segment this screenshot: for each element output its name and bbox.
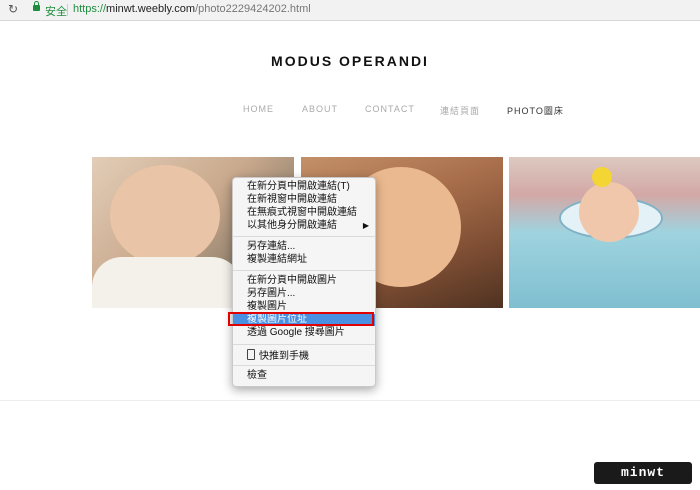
nav-photo[interactable]: PHOTO圖床: [507, 104, 564, 117]
menu-open-link-new-window[interactable]: 在新視窗中開啟連結: [233, 194, 375, 206]
menu-inspect[interactable]: 檢查: [233, 370, 375, 382]
url-path: /photo2229424202.html: [195, 3, 311, 15]
baby-face: [579, 182, 639, 242]
menu-copy-image[interactable]: 複製圖片: [233, 301, 375, 313]
menu-separator: [233, 365, 375, 366]
menu-push-to-phone-label: 快推到手機: [259, 351, 309, 362]
menu-save-image[interactable]: 另存圖片...: [233, 288, 375, 300]
url-text[interactable]: https://minwt.weebly.com/photo2229424202…: [73, 3, 311, 15]
lock-icon: [33, 1, 40, 11]
content-divider: [0, 400, 700, 401]
nav-home[interactable]: HOME: [243, 104, 274, 114]
gallery-photo-3[interactable]: [509, 157, 700, 308]
menu-push-to-phone[interactable]: 快推到手機: [233, 349, 375, 362]
context-menu: 在新分頁中開啟連結(T) 在新視窗中開啟連結 在無痕式視窗中開啟連結 以其他身分…: [232, 177, 376, 387]
menu-open-link-as-label: 以其他身分開啟連結: [247, 220, 337, 231]
site-nav: HOME ABOUT CONTACT 連結頁面 PHOTO圖床: [0, 104, 700, 116]
menu-open-image-new-tab[interactable]: 在新分頁中開啟圖片: [233, 275, 375, 287]
watermark-logo: minwt: [594, 462, 692, 484]
nav-links[interactable]: 連結頁面: [440, 104, 480, 117]
reload-icon[interactable]: ↻: [8, 2, 18, 16]
url-host: minwt.weebly.com: [106, 3, 196, 15]
menu-open-link-incognito[interactable]: 在無痕式視窗中開啟連結: [233, 207, 375, 219]
url-scheme: https://: [73, 3, 107, 15]
phone-icon: [247, 349, 255, 360]
address-divider: [67, 4, 68, 16]
site-title[interactable]: MODUS OPERANDI: [0, 53, 700, 69]
baby-clothes: [92, 257, 242, 308]
baby-face: [110, 165, 220, 265]
submenu-arrow-icon: ▶: [362, 221, 369, 230]
rubber-duck: [592, 167, 612, 187]
menu-open-link-as[interactable]: 以其他身分開啟連結 ▶: [233, 220, 375, 232]
address-bar[interactable]: ↻ 安全 https://minwt.weebly.com/photo22294…: [0, 0, 700, 21]
menu-separator: [233, 344, 375, 345]
menu-search-google-image[interactable]: 透過 Google 搜尋圖片: [233, 327, 375, 339]
secure-label: 安全: [45, 6, 67, 18]
menu-copy-image-address[interactable]: 複製圖片位址: [233, 314, 375, 326]
menu-copy-link[interactable]: 複製連結網址: [233, 254, 375, 266]
nav-about[interactable]: ABOUT: [302, 104, 338, 114]
menu-save-link[interactable]: 另存連結...: [233, 241, 375, 253]
menu-separator: [233, 236, 375, 237]
nav-contact[interactable]: CONTACT: [365, 104, 415, 114]
menu-open-link-new-tab[interactable]: 在新分頁中開啟連結(T): [233, 181, 375, 193]
menu-separator: [233, 270, 375, 271]
